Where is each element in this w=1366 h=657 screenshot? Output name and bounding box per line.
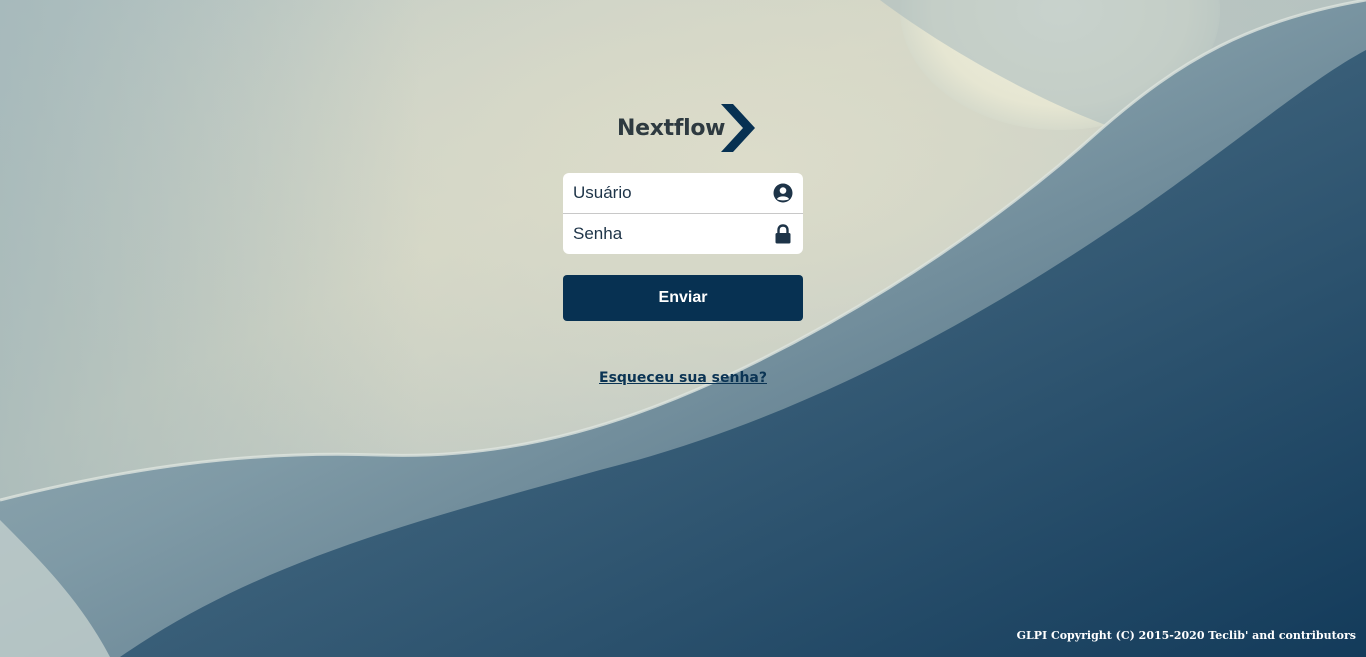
username-field-wrapper [563,173,803,213]
login-form [563,173,803,254]
brand-name: Nextflow [617,116,726,141]
submit-button[interactable]: Enviar [563,275,803,321]
brand-logo: Nextflow [617,102,757,156]
user-circle-icon [773,183,793,203]
chevron-right-icon [721,104,755,152]
background-image [0,0,1366,657]
password-input[interactable] [563,215,763,253]
lock-icon [775,224,791,244]
copyright-text: GLPI Copyright (C) 2015-2020 Teclib' and… [1016,629,1356,642]
forgot-password-link[interactable]: Esqueceu sua senha? [563,370,803,386]
password-field-wrapper [563,213,803,254]
username-input[interactable] [563,174,763,212]
